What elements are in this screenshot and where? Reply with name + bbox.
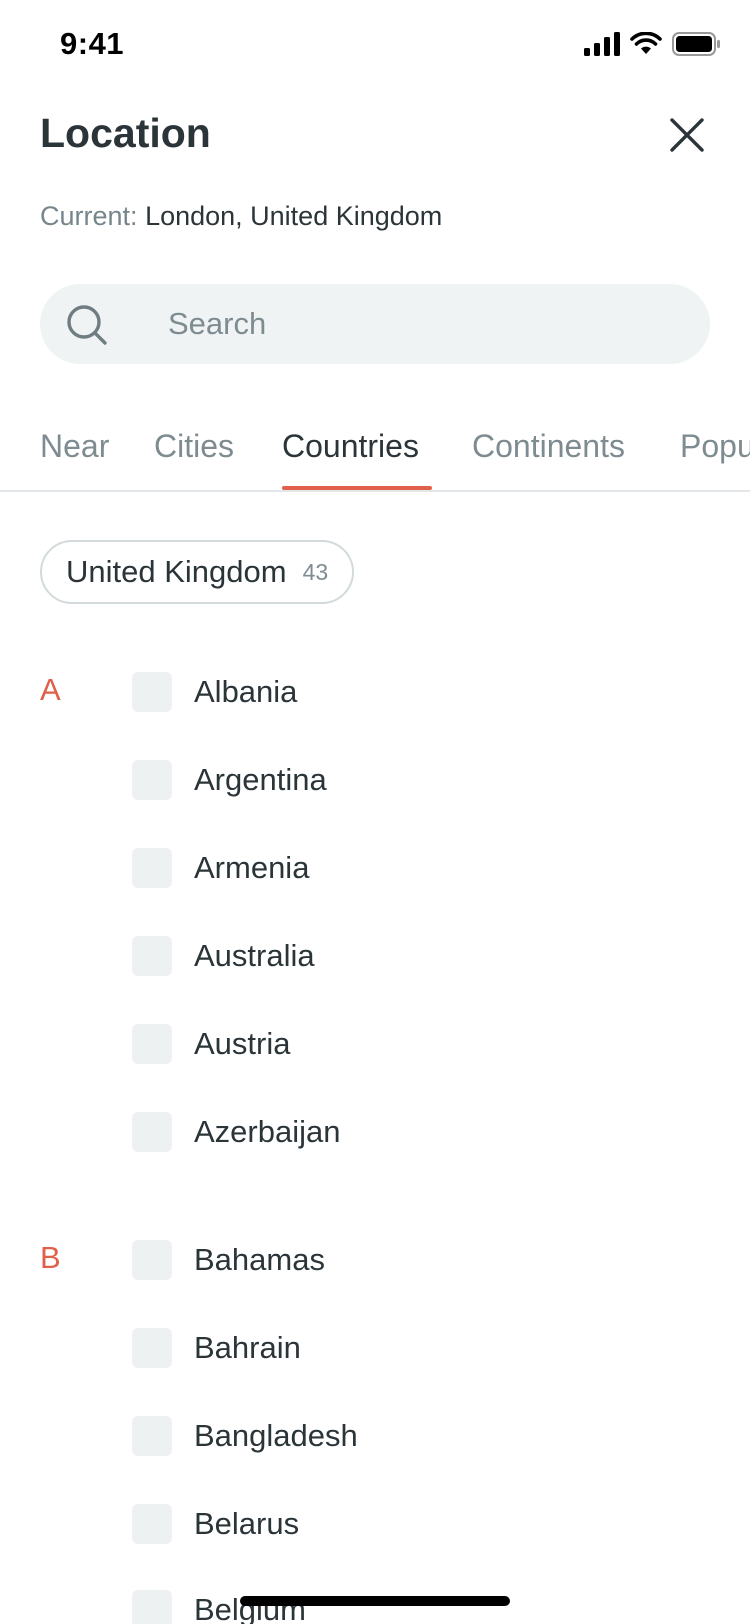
home-indicator[interactable] [240, 1596, 510, 1606]
section-letter: A [40, 672, 61, 707]
chip-count: 43 [302, 558, 329, 585]
tab-bar: Near Cities Countries Continents Popu [0, 408, 750, 492]
selected-country-chip[interactable]: United Kingdom 43 [40, 540, 355, 604]
country-row[interactable]: Armenia [132, 848, 309, 888]
country-row[interactable]: Argentina [132, 760, 327, 800]
close-icon [670, 118, 704, 152]
battery-icon [672, 32, 720, 61]
country-label: Belarus [194, 1506, 300, 1541]
tab-cities[interactable]: Cities [154, 428, 234, 465]
checkbox[interactable] [132, 1590, 172, 1624]
checkbox[interactable] [132, 1112, 172, 1152]
country-row[interactable]: Belarus [132, 1504, 299, 1544]
active-tab-indicator [282, 486, 432, 490]
country-row[interactable]: Austria [132, 1024, 290, 1064]
cellular-signal-icon [584, 32, 620, 61]
search-bar[interactable] [40, 284, 710, 364]
checkbox[interactable] [132, 1328, 172, 1368]
current-location: Current: London, United Kingdom [40, 201, 442, 232]
tab-continents[interactable]: Continents [472, 428, 625, 465]
country-label: Azerbaijan [194, 1114, 341, 1149]
checkbox[interactable] [132, 936, 172, 976]
status-time: 9:41 [60, 26, 125, 61]
country-row[interactable]: Bangladesh [132, 1416, 358, 1456]
country-label: Bangladesh [194, 1418, 358, 1453]
checkbox[interactable] [132, 760, 172, 800]
checkbox[interactable] [132, 672, 172, 712]
country-row[interactable]: Albania [132, 672, 297, 712]
country-label: Australia [194, 938, 315, 973]
country-row[interactable]: Azerbaijan [132, 1112, 340, 1152]
country-row[interactable]: Bahamas [132, 1240, 325, 1280]
search-input[interactable] [168, 284, 688, 364]
current-location-value: London, United Kingdom [145, 201, 443, 231]
checkbox[interactable] [132, 1240, 172, 1280]
search-icon [67, 305, 107, 345]
checkbox[interactable] [132, 1416, 172, 1456]
country-label: Bahrain [194, 1330, 301, 1365]
checkbox[interactable] [132, 848, 172, 888]
page-title: Location [40, 110, 211, 156]
country-label: Armenia [194, 850, 310, 885]
country-label: Bahamas [194, 1242, 325, 1277]
wifi-icon [630, 31, 662, 61]
current-location-label: Current: [40, 201, 138, 231]
checkbox[interactable] [132, 1024, 172, 1064]
chip-label: United Kingdom [66, 554, 287, 589]
country-row[interactable]: Bahrain [132, 1328, 301, 1368]
tab-countries[interactable]: Countries [282, 428, 419, 465]
country-label: Argentina [194, 762, 327, 797]
country-label: Albania [194, 674, 298, 709]
close-button[interactable] [664, 112, 710, 158]
status-bar: 9:41 [0, 0, 750, 92]
tab-near[interactable]: Near [40, 428, 109, 465]
country-row[interactable]: Australia [132, 936, 315, 976]
country-label: Austria [194, 1026, 291, 1061]
checkbox[interactable] [132, 1504, 172, 1544]
tab-popular[interactable]: Popu [680, 428, 750, 465]
section-letter: B [40, 1240, 61, 1275]
status-icons [584, 31, 720, 61]
